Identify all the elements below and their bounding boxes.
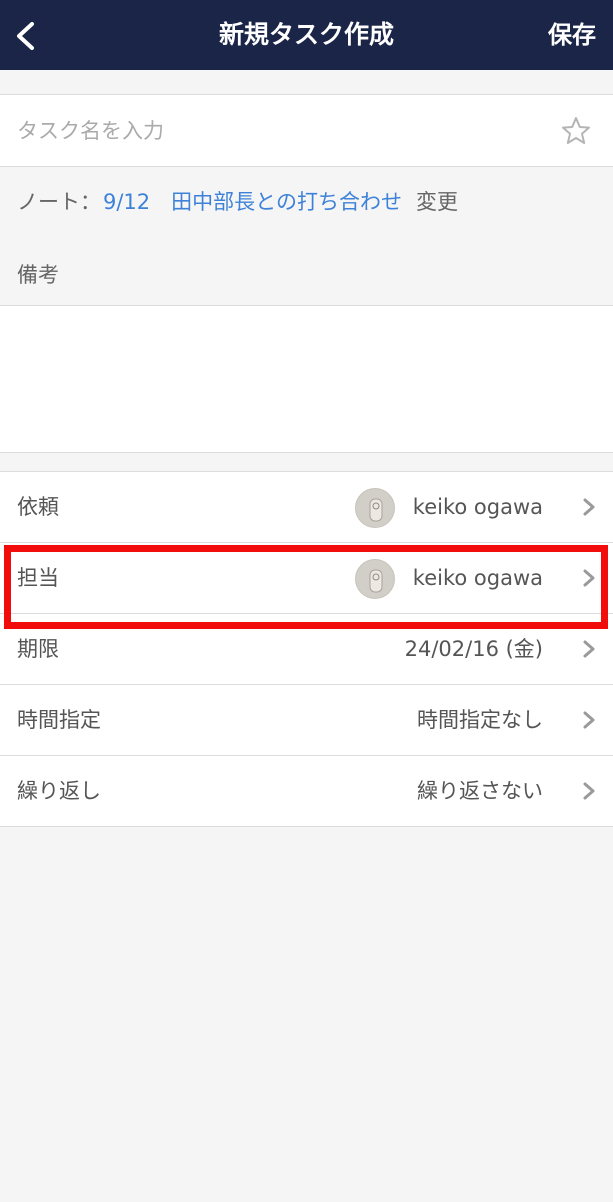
chevron-right-icon — [583, 711, 595, 729]
settings-list: 依頼 keiko ogawa 担当 keiko ogawa 期限 24/02/1… — [0, 471, 613, 827]
chevron-right-icon — [583, 640, 595, 658]
save-button[interactable]: 保存 — [548, 0, 596, 70]
note-line: ノート：9/12 田中部長との打ち合わせ 変更 — [17, 186, 458, 216]
time-value: 時間指定なし — [417, 708, 543, 732]
avatar — [355, 559, 395, 599]
note-prefix: ノート： — [17, 190, 101, 214]
note-change-button[interactable]: 変更 — [416, 190, 458, 214]
requester-label: 依頼 — [17, 495, 59, 519]
time-label: 時間指定 — [17, 708, 101, 732]
chevron-right-icon — [583, 498, 595, 516]
assignee-value: keiko ogawa — [412, 566, 543, 590]
chevron-left-icon — [17, 22, 34, 50]
memo-field-container — [0, 305, 613, 453]
star-icon[interactable] — [561, 116, 591, 146]
memo-label: 備考 — [17, 263, 59, 287]
assignee-label: 担当 — [17, 566, 59, 590]
due-date-row[interactable]: 期限 24/02/16 (金) — [0, 614, 613, 685]
note-link[interactable]: 9/12 田中部長との打ち合わせ — [103, 190, 402, 214]
page-title: 新規タスク作成 — [218, 20, 394, 49]
avatar — [355, 488, 395, 528]
repeat-label: 繰り返し — [17, 779, 101, 803]
requester-row[interactable]: 依頼 keiko ogawa — [0, 472, 613, 543]
chevron-right-icon — [583, 782, 595, 800]
assignee-row[interactable]: 担当 keiko ogawa — [0, 543, 613, 614]
nav-bar: 新規タスク作成 保存 — [0, 0, 613, 70]
task-name-row — [0, 94, 613, 167]
requester-value: keiko ogawa — [412, 495, 543, 519]
repeat-value: 繰り返さない — [417, 779, 543, 803]
back-button[interactable] — [6, 10, 50, 60]
due-date-label: 期限 — [17, 637, 59, 661]
chevron-right-icon — [583, 569, 595, 587]
due-date-value: 24/02/16 (金) — [404, 637, 543, 661]
memo-field[interactable] — [0, 306, 613, 452]
repeat-row[interactable]: 繰り返し 繰り返さない — [0, 756, 613, 827]
task-name-input[interactable] — [0, 95, 540, 166]
time-row[interactable]: 時間指定 時間指定なし — [0, 685, 613, 756]
